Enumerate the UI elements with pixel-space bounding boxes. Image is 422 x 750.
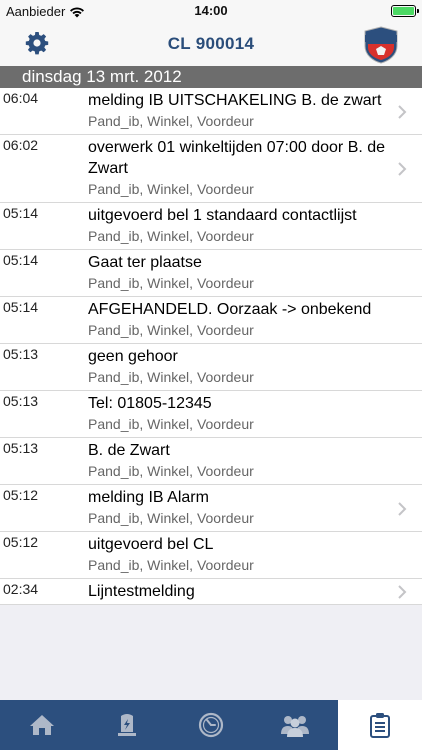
settings-button[interactable]: [24, 30, 50, 56]
alarm-icon: [117, 714, 136, 736]
battery-icon: [391, 5, 419, 17]
event-row[interactable]: 06:04 melding IB UITSCHAKELING B. de zwar…: [0, 88, 422, 135]
event-title: AFGEHANDELD. Oorzaak -> onbekend: [88, 301, 372, 318]
event-row: 05:14 Gaat ter plaatse Pand_ib, Winkel, Vo…: [0, 250, 422, 297]
event-title: overwerk 01 winkeltijden 07:00 door B. d…: [88, 139, 386, 177]
event-body: Lijntestmelding: [88, 581, 392, 602]
page-title: CL 900014: [167, 34, 255, 53]
brand-shield-logo: [364, 26, 398, 64]
event-row: 05:13 B. de Zwart Pand_ib, Winkel, Voordeu…: [0, 438, 422, 485]
event-location: Pand_ib, Winkel, Voordeur: [88, 369, 254, 385]
event-row[interactable]: 05:12 melding IB Alarm Pand_ib, Winkel, Vo…: [0, 485, 422, 532]
event-location: Pand_ib, Winkel, Voordeur: [88, 228, 254, 244]
event-location: Pand_ib, Winkel, Voordeur: [88, 463, 254, 479]
event-row[interactable]: 06:02 overwerk 01 winkeltijden 07:00 door…: [0, 135, 422, 203]
date-section-header: dinsdag 13 mrt. 2012: [0, 66, 422, 88]
gear-icon: [25, 32, 49, 55]
event-location: Pand_ib, Winkel, Voordeur: [88, 181, 254, 197]
chevron-right-icon[interactable]: [396, 104, 408, 120]
event-time: 05:12: [3, 534, 39, 550]
event-location: Pand_ib, Winkel, Voordeur: [88, 275, 254, 291]
event-title: Lijntestmelding: [88, 583, 195, 600]
event-time: 05:13: [3, 346, 39, 362]
home-icon: [30, 715, 55, 735]
event-title: uitgevoerd bel 1 standaard contactlijst: [88, 207, 357, 224]
event-location: Pand_ib, Winkel, Voordeur: [88, 113, 254, 129]
event-title: geen gehoor: [88, 348, 178, 365]
event-row: 05:13 Tel: 01805-12345 Pand_ib, Winkel, Vo…: [0, 391, 422, 438]
clipboard-icon: [369, 713, 390, 738]
chevron-right-icon[interactable]: [396, 161, 408, 177]
tab-log[interactable]: [337, 700, 422, 750]
event-row[interactable]: 02:34 Lijntestmelding: [0, 579, 422, 605]
event-body: melding IB Alarm Pand_ib, Winkel, Voordeu…: [88, 487, 392, 529]
event-location: Pand_ib, Winkel, Voordeur: [88, 322, 254, 338]
nav-bar: CL 900014: [0, 22, 422, 66]
people-icon: [281, 716, 310, 737]
event-time: 05:13: [3, 393, 39, 409]
event-title: Tel: 01805-12345: [88, 395, 212, 412]
event-row: 05:14 AFGEHANDELD. Oorzaak -> onbekend Pan…: [0, 297, 422, 344]
event-title: uitgevoerd bel CL: [88, 536, 214, 553]
tab-alarms[interactable]: [84, 700, 168, 750]
chevron-right-icon[interactable]: [396, 501, 408, 517]
event-body: B. de Zwart Pand_ib, Winkel, Voordeur: [88, 440, 392, 482]
tab-bar: [0, 700, 422, 750]
event-title: Gaat ter plaatse: [88, 254, 202, 271]
event-row: 05:13 geen gehoor Pand_ib, Winkel, Voordeu…: [0, 344, 422, 391]
event-time: 05:12: [3, 487, 39, 503]
tab-history[interactable]: [169, 700, 253, 750]
event-body: Gaat ter plaatse Pand_ib, Winkel, Voordeu…: [88, 252, 392, 294]
event-time: 06:02: [3, 137, 39, 153]
event-row: 05:12 uitgevoerd bel CL Pand_ib, Winkel, V…: [0, 532, 422, 579]
tab-contacts[interactable]: [253, 700, 337, 750]
chevron-right-icon[interactable]: [396, 584, 408, 600]
event-time: 05:14: [3, 205, 39, 221]
event-time: 05:14: [3, 252, 39, 268]
event-time: 02:34: [3, 581, 39, 597]
tab-home[interactable]: [0, 700, 84, 750]
event-list: 06:04 melding IB UITSCHAKELING B. de zwar…: [0, 88, 422, 605]
event-time: 05:13: [3, 440, 39, 456]
event-time: 06:04: [3, 90, 39, 106]
event-body: overwerk 01 winkeltijden 07:00 door B. d…: [88, 137, 392, 200]
event-body: uitgevoerd bel CL Pand_ib, Winkel, Voorde…: [88, 534, 392, 576]
event-body: AFGEHANDELD. Oorzaak -> onbekend Pand_ib,…: [88, 299, 392, 341]
status-time: 14:00: [194, 3, 228, 18]
event-body: geen gehoor Pand_ib, Winkel, Voordeur: [88, 346, 392, 388]
event-time: 05:14: [3, 299, 39, 315]
clock-icon: [198, 712, 224, 738]
status-bar: Aanbieder 14:00: [0, 0, 422, 22]
event-location: Pand_ib, Winkel, Voordeur: [88, 510, 254, 526]
event-location: Pand_ib, Winkel, Voordeur: [88, 416, 254, 432]
event-title: melding IB UITSCHAKELING B. de zwart: [88, 92, 382, 109]
event-location: Pand_ib, Winkel, Voordeur: [88, 557, 254, 573]
event-row: 05:14 uitgevoerd bel 1 standaard contactl…: [0, 203, 422, 250]
event-title: melding IB Alarm: [88, 489, 209, 506]
event-title: B. de Zwart: [88, 442, 170, 459]
event-body: melding IB UITSCHAKELING B. de zwart Pand…: [88, 90, 392, 132]
event-body: Tel: 01805-12345 Pand_ib, Winkel, Voordeu…: [88, 393, 392, 435]
event-body: uitgevoerd bel 1 standaard contactlijst P…: [88, 205, 392, 247]
